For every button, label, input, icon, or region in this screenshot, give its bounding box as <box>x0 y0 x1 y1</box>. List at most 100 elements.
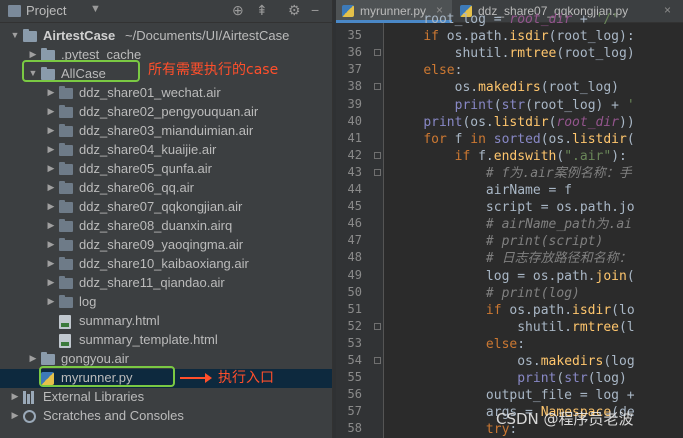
tree-row[interactable]: ▶ log <box>0 293 332 312</box>
code-line[interactable]: else: <box>392 336 525 353</box>
project-view-title[interactable]: Project <box>26 3 66 18</box>
code-line[interactable]: # airName_path为.ai <box>392 216 632 233</box>
code-line[interactable]: for f in sorted(os.listdir( <box>392 131 634 148</box>
python-file-icon <box>342 5 354 17</box>
code-line[interactable]: if os.path.isdir(lo <box>392 302 635 319</box>
folder-icon <box>59 257 73 270</box>
tree-row[interactable]: ▶ ddz_share02_pengyouquan.air <box>0 103 332 122</box>
tree-row[interactable]: ▶ ddz_share01_wechat.air <box>0 84 332 103</box>
line-number: 52 <box>347 318 362 333</box>
code-line[interactable]: shutil.rmtree(root_log) <box>392 45 635 62</box>
collapsed-arrow-icon[interactable]: ▶ <box>46 296 56 307</box>
tree-item-label: ddz_share08_duanxin.airq <box>79 218 233 233</box>
code-line[interactable]: airName = f <box>392 182 572 199</box>
tree-row[interactable]: ▼ AirtestCase ~/Documents/UI/AirtestCase <box>0 27 332 46</box>
code-line[interactable]: # f为.air案例名称：手 <box>392 165 632 182</box>
line-number: 46 <box>347 216 362 231</box>
line-number: 50 <box>347 284 362 299</box>
line-number: 57 <box>347 404 362 419</box>
collapsed-arrow-icon[interactable]: ▶ <box>46 239 56 250</box>
fold-marker-icon[interactable] <box>374 168 381 176</box>
tree-row[interactable]: ▶ ddz_share03_mianduimian.air <box>0 122 332 141</box>
line-number: 44 <box>347 182 362 196</box>
folder-icon <box>41 352 55 365</box>
globe-icon[interactable]: ⊕ <box>232 2 244 19</box>
fold-marker-icon[interactable] <box>374 83 381 91</box>
code-line[interactable]: os.makedirs(log <box>392 353 634 370</box>
collapsed-arrow-icon[interactable]: ▶ <box>46 125 56 136</box>
collapsed-arrow-icon[interactable]: ▶ <box>46 258 56 269</box>
code-line[interactable]: if os.path.isdir(root_log): <box>392 28 634 45</box>
code-line[interactable]: # 日志存放路径和名称： <box>392 250 632 267</box>
code-line[interactable]: print(str(root_log) + ' <box>392 97 635 114</box>
entry-highlight-box <box>39 366 175 387</box>
close-icon[interactable]: × <box>664 3 671 17</box>
project-path: ~/Documents/UI/AirtestCase <box>125 28 290 43</box>
tree-row[interactable]: ▶ ddz_share09_yaoqingma.air <box>0 236 332 255</box>
collapsed-arrow-icon[interactable]: ▶ <box>46 277 56 288</box>
tree-item-label: ddz_share11_qiandao.air <box>79 275 225 290</box>
fold-marker-icon[interactable] <box>374 151 381 159</box>
code-editor[interactable]: myrunner.py × ddz_share07_qqkongjian.py … <box>336 0 683 438</box>
code-line[interactable]: log = os.path.join( <box>392 268 635 285</box>
collapsed-arrow-icon[interactable]: ▶ <box>10 391 20 402</box>
tree-row[interactable]: summary_template.html <box>0 331 332 350</box>
fold-marker-icon[interactable] <box>374 322 381 330</box>
collapsed-arrow-icon[interactable]: ▶ <box>10 410 20 421</box>
tree-item-label: External Libraries <box>43 389 145 404</box>
line-number: 35 <box>347 28 362 43</box>
collapsed-arrow-icon[interactable]: ▶ <box>46 106 56 117</box>
tree-row[interactable]: ▶ ddz_share10_kaibaoxiang.air <box>0 255 332 274</box>
tree-row[interactable]: summary.html <box>0 312 332 331</box>
fold-marker-icon[interactable] <box>374 49 381 57</box>
code-line[interactable]: output_file = log + <box>392 387 635 404</box>
line-number: 41 <box>347 130 362 145</box>
line-number: 54 <box>347 353 362 367</box>
tree-row[interactable]: ▶ ddz_share06_qq.air <box>0 179 332 198</box>
code-line[interactable]: # print(script) <box>392 233 603 250</box>
arrow-icon <box>180 373 212 383</box>
hide-icon[interactable]: − <box>311 2 319 18</box>
fold-marker-icon[interactable] <box>374 357 381 364</box>
code-line[interactable]: print(str(log) <box>392 370 627 387</box>
collapsed-arrow-icon[interactable]: ▶ <box>46 87 56 98</box>
collapsed-arrow-icon[interactable]: ▶ <box>46 182 56 193</box>
collapsed-arrow-icon[interactable]: ▶ <box>46 144 56 155</box>
collapsed-arrow-icon[interactable]: ▶ <box>46 220 56 231</box>
collapsed-arrow-icon[interactable]: ▶ <box>28 353 38 364</box>
collapsed-arrow-icon[interactable]: ▶ <box>28 49 38 60</box>
code-line[interactable]: shutil.rmtree(l <box>392 319 634 336</box>
tree-row[interactable]: ▶ ddz_share08_duanxin.airq <box>0 217 332 236</box>
code-line[interactable]: # print(log) <box>392 285 580 302</box>
watermark: CSDN @程序员老波 <box>496 410 634 428</box>
code-line[interactable]: if f.endswith(".air"): <box>392 148 627 165</box>
expanded-arrow-icon[interactable]: ▼ <box>10 30 20 40</box>
line-number: 45 <box>347 199 362 214</box>
tree-row[interactable]: ▶ ddz_share11_qiandao.air <box>0 274 332 293</box>
tree-item-label: ddz_share09_yaoqingma.air <box>79 237 244 252</box>
tree-row[interactable]: ▶ Scratches and Consoles <box>0 407 332 426</box>
tree-item-label: summary.html <box>79 313 160 328</box>
tree-item-label: ddz_share02_pengyouquan.air <box>79 104 259 119</box>
tree-row[interactable]: ▶ ddz_share04_kuaijie.air <box>0 141 332 160</box>
folder-icon <box>59 124 73 137</box>
code-line[interactable]: print(os.listdir(root_dir)) <box>392 114 634 131</box>
line-number: 40 <box>347 113 362 128</box>
code-line[interactable]: else: <box>392 62 462 79</box>
chevron-down-icon[interactable]: ▼ <box>90 3 101 15</box>
collapsed-arrow-icon[interactable]: ▶ <box>46 163 56 174</box>
tree-row[interactable]: ▶ ddz_share07_qqkongjian.air <box>0 198 332 217</box>
code-line[interactable]: os.makedirs(root_log) <box>392 79 619 96</box>
code-line[interactable]: root_log = root_dir + '/' <box>392 11 619 28</box>
tree-item-label: summary_template.html <box>79 332 218 347</box>
line-number: 56 <box>347 387 362 402</box>
collapse-icon[interactable]: ⇞ <box>256 2 268 19</box>
collapsed-arrow-icon[interactable]: ▶ <box>46 201 56 212</box>
code-line[interactable]: script = os.path.jo <box>392 199 635 216</box>
tree-row[interactable]: ▶ ddz_share05_qunfa.air <box>0 160 332 179</box>
entry-annotation: 执行入口 <box>218 370 274 386</box>
line-number: 48 <box>347 250 362 265</box>
folder-icon <box>59 219 73 232</box>
gear-icon[interactable]: ⚙ <box>288 2 301 19</box>
tree-row[interactable]: ▶ External Libraries <box>0 388 332 407</box>
